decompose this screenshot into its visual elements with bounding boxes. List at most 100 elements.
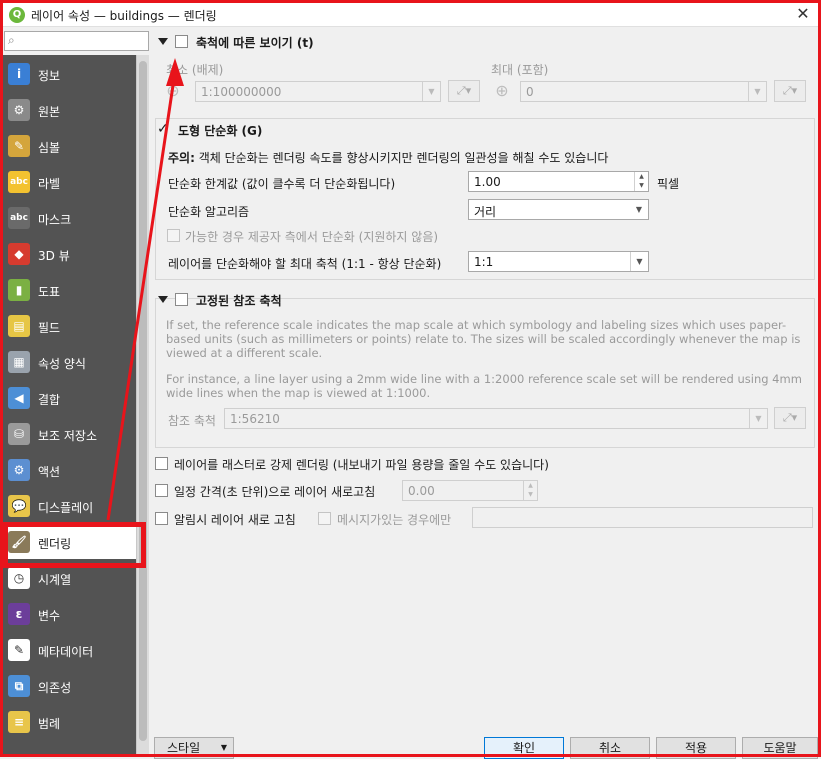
map-canvas-extent-icon: ⤢ [456, 84, 466, 97]
sidebar-item-label: 라벨 [38, 177, 61, 191]
qgis-logo-icon: Q [9, 7, 25, 23]
sidebar-item-15[interactable]: ε 변수 [3, 597, 136, 631]
auto-refresh-checkbox[interactable] [155, 484, 168, 497]
dependencies-icon: ⧉ [8, 675, 30, 697]
attributes-form-icon: ▦ [8, 351, 30, 373]
spin-arrows-icon[interactable]: ▲ ▼ [523, 481, 537, 500]
scale-visibility-title: 축척에 따른 보이기 (t) [196, 36, 314, 50]
search-input[interactable]: ⌕ [4, 31, 149, 51]
sidebar-item-7[interactable]: ▤ 필드 [3, 309, 136, 343]
sidebar-scroll-thumb[interactable] [139, 61, 147, 741]
simplification-checkbox[interactable]: ✓ [157, 121, 169, 137]
display-tooltip-icon: 💬 [8, 495, 30, 517]
actions-gear-icon: ⚙ [8, 459, 30, 481]
reference-scale-label: 참조 축척 [168, 414, 216, 428]
simplification-title: 도형 단순화 (G) [178, 124, 263, 138]
diagrams-icon: ▮ [8, 279, 30, 301]
sidebar-item-0[interactable]: i 정보 [3, 57, 136, 91]
sidebar-item-8[interactable]: ▦ 속성 양식 [3, 345, 136, 379]
sidebar-item-label: 심볼 [38, 141, 61, 155]
map-canvas-extent-icon: ⤢ [782, 84, 792, 97]
info-icon: i [8, 63, 30, 85]
chevron-down-icon: ▼ [220, 743, 227, 752]
sidebar-item-label: 속성 양식 [38, 357, 86, 371]
sidebar-item-18[interactable]: ≡ 범례 [3, 705, 136, 739]
notify-refresh-checkbox[interactable] [155, 512, 168, 525]
max-scale-tool-button[interactable]: ⤢▾ [774, 80, 806, 102]
rendering-panel: 축척에 따른 보이기 (t) 최소 (배제) ⊕ 1:100000000 ▼ ⤢… [150, 28, 818, 734]
sidebar-item-5[interactable]: ◆ 3D 뷰 [3, 237, 136, 271]
sidebar-item-2[interactable]: ✎ 심볼 [3, 129, 136, 163]
auxiliary-storage-icon: ⛁ [8, 423, 30, 445]
sidebar-item-label: 렌더링 [38, 537, 72, 551]
refresh-interval-spinbox[interactable]: 0.00 ▲ ▼ [402, 480, 538, 501]
auto-refresh-label: 일정 간격(초 단위)으로 레이어 새로고침 [174, 485, 376, 499]
message-only-checkbox[interactable] [318, 512, 331, 525]
message-only-label: 메시지가있는 경우에만 [337, 513, 452, 527]
sidebar-item-label: 변수 [38, 609, 61, 623]
symbology-brush-icon: ✎ [8, 135, 30, 157]
sidebar-item-label: 3D 뷰 [38, 249, 70, 263]
sidebar-item-13[interactable]: 🖌 렌더링 [3, 525, 136, 559]
sidebar-item-3[interactable]: abc 라벨 [3, 165, 136, 199]
threshold-unit: 픽셀 [657, 177, 680, 191]
reference-scale-checkbox[interactable] [175, 293, 188, 306]
notify-refresh-label: 알림시 레이어 새로 고침 [174, 513, 296, 527]
sidebar-item-label: 의존성 [38, 681, 72, 695]
sidebar-item-1[interactable]: ⚙ 원본 [3, 93, 136, 127]
sidebar-item-6[interactable]: ▮ 도표 [3, 273, 136, 307]
sidebar-item-12[interactable]: 💬 디스플레이 [3, 489, 136, 523]
sidebar-item-label: 보조 저장소 [38, 429, 98, 443]
sidebar-item-11[interactable]: ⚙ 액션 [3, 453, 136, 487]
reference-scale-tool-button[interactable]: ⤢▾ [774, 407, 806, 429]
sidebar-item-14[interactable]: ◷ 시계열 [3, 561, 136, 595]
provider-simplify-checkbox[interactable] [167, 229, 180, 242]
sidebar-item-label: 원본 [38, 105, 61, 119]
sidebar-item-label: 디스플레이 [38, 501, 94, 515]
scale-visibility-checkbox[interactable] [175, 35, 188, 48]
sidebar-item-4[interactable]: abc 마스크 [3, 201, 136, 235]
sidebar: i 정보 ⚙ 원본 ✎ 심볼 abc 라벨 abc 마스크 ◆ 3D 뷰 ▮ 도표 ▤ 필드 ▦ 속성 양식 ◀ 결합… [3, 55, 136, 754]
fields-table-icon: ▤ [8, 315, 30, 337]
sidebar-scrollbar[interactable] [136, 55, 149, 754]
cancel-button[interactable]: 취소 [570, 737, 650, 759]
sidebar-item-9[interactable]: ◀ 결합 [3, 381, 136, 415]
zoom-in-icon: ⊕ [495, 81, 509, 100]
sidebar-item-label: 결합 [38, 393, 61, 407]
provider-simplify-label: 가능한 경우 제공자 측에서 단순화 (지원하지 않음) [185, 230, 439, 244]
title-bar: Q 레이어 속성 — buildings — 렌더링 ✕ [3, 3, 818, 27]
sidebar-item-label: 액션 [38, 465, 61, 479]
collapse-triangle-icon[interactable] [158, 38, 168, 45]
min-scale-label: 최소 (배제) [166, 63, 224, 77]
max-scale-simplify-combo[interactable]: 1:1 ▼ [468, 251, 649, 272]
zoom-in-icon: ⊕ [166, 81, 180, 100]
force-raster-checkbox[interactable] [155, 457, 168, 470]
algorithm-select[interactable]: 거리 ▼ [468, 199, 649, 220]
max-scale-label: 최대 (포함) [491, 63, 549, 77]
min-scale-combo[interactable]: 1:100000000 ▼ [195, 81, 441, 102]
sidebar-item-label: 범례 [38, 717, 61, 731]
sidebar-item-17[interactable]: ⧉ 의존성 [3, 669, 136, 703]
metadata-edit-icon: ✎ [8, 639, 30, 661]
reference-scale-title: 고정된 참조 축척 [196, 294, 282, 308]
threshold-spinbox[interactable]: 1.00 ▲ ▼ [468, 171, 649, 192]
chevron-down-icon: ▼ [422, 82, 440, 101]
min-scale-tool-button[interactable]: ⤢▾ [448, 80, 480, 102]
close-icon[interactable]: ✕ [794, 5, 812, 23]
style-menu-button[interactable]: 스타일 ▼ [154, 737, 234, 759]
collapse-triangle-icon[interactable] [158, 296, 168, 303]
apply-button[interactable]: 적용 [656, 737, 736, 759]
labels-abc-icon: abc [8, 171, 30, 193]
legend-icon: ≡ [8, 711, 30, 733]
help-button[interactable]: 도움말 [742, 737, 818, 759]
max-scale-combo[interactable]: 0 ▼ [520, 81, 767, 102]
ok-button[interactable]: 확인 [484, 737, 564, 759]
sidebar-item-label: 시계열 [38, 573, 72, 587]
notify-message-field[interactable] [472, 507, 813, 528]
spin-arrows-icon[interactable]: ▲ ▼ [634, 172, 648, 191]
3d-view-cube-icon: ◆ [8, 243, 30, 265]
chevron-down-icon: ▼ [630, 252, 648, 271]
sidebar-item-16[interactable]: ✎ 메타데이터 [3, 633, 136, 667]
reference-scale-combo[interactable]: 1:56210 ▼ [224, 408, 768, 429]
sidebar-item-10[interactable]: ⛁ 보조 저장소 [3, 417, 136, 451]
